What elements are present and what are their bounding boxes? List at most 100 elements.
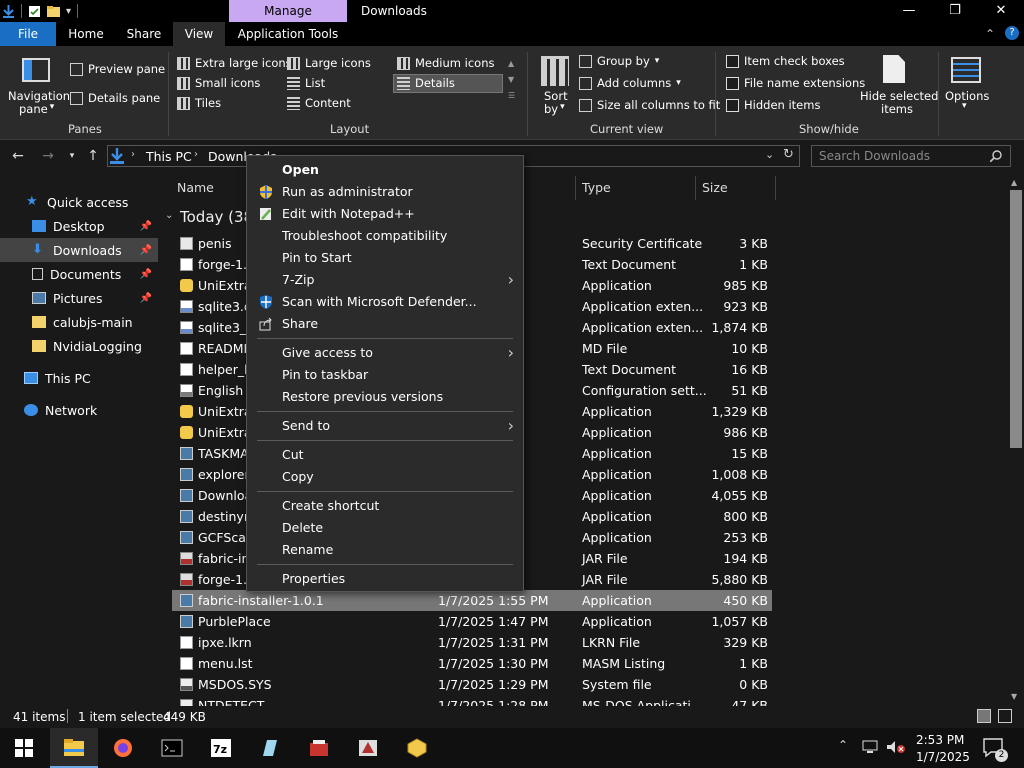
column-divider[interactable] [575,176,576,200]
taskbar-uniextract[interactable] [393,728,441,768]
column-header-size[interactable]: Size [702,180,728,195]
add-columns-button[interactable]: Add columns ▾ [579,76,681,90]
large-icons-button[interactable]: Large icons [287,56,371,70]
menu-item-create-shortcut[interactable]: Create shortcut [248,495,524,517]
column-header-name[interactable]: Name [177,180,214,195]
list-button[interactable]: List [287,76,325,90]
hidden-items-checkbox[interactable] [726,98,739,112]
nav-pictures[interactable]: Pictures 📌 [0,286,158,310]
tab-home[interactable]: Home [60,22,112,46]
details-view-button[interactable]: Details [397,76,455,90]
scroll-up-icon[interactable]: ▲ [1011,178,1017,187]
file-row[interactable]: ipxe.lkrn 1/7/2025 1:31 PM LKRN File 329 KB [172,632,772,653]
nav-nvidialogging[interactable]: NvidiaLogging [0,334,158,358]
menu-item-delete[interactable]: Delete [248,517,524,539]
menu-item-give-access[interactable]: Give access to › [248,342,524,364]
details-view-toggle-icon[interactable] [977,709,991,723]
help-icon[interactable]: ? [1005,26,1019,40]
forward-button[interactable]: → [38,146,58,166]
size-all-columns-button[interactable]: Size all columns to fit [579,98,720,112]
content-button[interactable]: Content [287,96,351,110]
menu-item-send-to[interactable]: Send to › [248,415,524,437]
preview-pane-button[interactable]: Preview pane [70,62,165,76]
taskbar-firefox[interactable] [99,728,147,768]
menu-item-copy[interactable]: Copy [248,466,524,488]
search-icon[interactable] [990,150,1002,162]
item-check-boxes-option[interactable]: Item check boxes [726,54,845,68]
sort-by-icon[interactable] [541,56,569,86]
address-dropdown-icon[interactable]: ⌄ [765,148,774,161]
column-header-type[interactable]: Type [582,180,611,195]
navigation-pane-button-label-1[interactable]: Navigation [8,89,70,103]
maximize-button[interactable]: ❐ [932,0,978,22]
file-row[interactable]: MSDOS.SYS 1/7/2025 1:29 PM System file 0 KB [172,674,772,695]
manage-tab[interactable]: Manage [229,0,347,22]
taskbar-app-installer[interactable] [344,728,392,768]
menu-item-restore-versions[interactable]: Restore previous versions [248,386,524,408]
nav-desktop[interactable]: Desktop 📌 [0,214,158,238]
start-button[interactable] [0,728,48,768]
network-status-icon[interactable] [862,740,880,754]
menu-item-pin-to-taskbar[interactable]: Pin to taskbar [248,364,524,386]
hide-selected-label-2[interactable]: items [881,102,913,116]
nav-this-pc[interactable]: This PC [0,366,158,390]
tab-share[interactable]: Share [118,22,170,46]
options-button-label[interactable]: Options [945,89,989,103]
group-by-button[interactable]: Group by ▾ [579,54,659,68]
medium-icons-button[interactable]: Medium icons [397,56,494,70]
file-row[interactable]: fabric-installer-1.0.1 1/7/2025 1:55 PM Ap… [172,590,772,611]
navigation-pane-icon[interactable] [22,58,50,82]
recent-locations-button[interactable]: ▾ [62,146,82,166]
qat-customize-icon[interactable]: ▾ [66,6,71,17]
extra-large-icons-button[interactable]: Extra large icons [177,56,292,70]
sort-by-label-2[interactable]: by ▾ [544,102,565,116]
item-check-boxes-checkbox[interactable] [726,54,739,68]
hide-selected-icon[interactable] [883,55,905,83]
column-divider[interactable] [775,176,776,200]
menu-item-7zip[interactable]: 7-Zip › [248,269,524,291]
pin-icon[interactable]: 📌 [140,221,152,232]
tab-application-tools[interactable]: Application Tools [236,22,340,46]
nav-documents[interactable]: Documents 📌 [0,262,158,286]
details-pane-button[interactable]: Details pane [70,91,160,105]
chevron-down-icon[interactable]: ⌄ [165,210,173,221]
scrollbar-thumb[interactable] [1010,190,1022,448]
menu-item-edit-notepadpp[interactable]: Edit with Notepad++ [248,203,524,225]
menu-item-rename[interactable]: Rename [248,539,524,561]
back-button[interactable]: ← [8,146,28,166]
tab-view[interactable]: View [173,22,225,46]
small-icons-button[interactable]: Small icons [177,76,260,90]
clock-date[interactable]: 1/7/2025 [916,750,970,764]
tiles-button[interactable]: Tiles [177,96,221,110]
taskbar-app-blue[interactable] [246,728,294,768]
taskbar-app-red[interactable] [295,728,343,768]
pin-icon[interactable]: 📌 [140,269,152,280]
column-divider[interactable] [695,176,696,200]
menu-item-troubleshoot[interactable]: Troubleshoot compatibility [248,225,524,247]
file-name-extensions-checkbox[interactable] [726,76,739,90]
menu-item-open[interactable]: Open [248,159,524,181]
pin-icon[interactable]: 📌 [140,245,152,256]
menu-item-defender-scan[interactable]: Scan with Microsoft Defender... [248,291,524,313]
nav-calubjs-main[interactable]: calubjs-main [0,310,158,334]
refresh-icon[interactable]: ↻ [783,147,794,162]
group-header-today[interactable]: Today (38 [180,208,253,226]
options-icon[interactable] [951,57,981,83]
taskbar-file-explorer[interactable] [50,728,98,768]
hide-selected-label-1[interactable]: Hide selected [860,89,938,103]
nav-downloads[interactable]: ⬇ Downloads 📌 [0,238,158,262]
taskbar-7zip[interactable]: 7z [197,728,245,768]
search-input[interactable]: Search Downloads [819,149,930,163]
hidden-items-option[interactable]: Hidden items [726,98,820,112]
menu-item-cut[interactable]: Cut [248,444,524,466]
breadcrumb-this-pc[interactable]: This PC [146,149,192,164]
close-button[interactable]: ✕ [978,0,1024,22]
tab-file[interactable]: File [0,22,56,46]
menu-item-share[interactable]: Share [248,313,524,335]
scroll-down-icon[interactable]: ▼ [508,72,515,88]
properties-icon[interactable] [28,5,41,18]
nav-network[interactable]: Network [0,398,158,422]
file-row[interactable]: PurblePlace 1/7/2025 1:47 PM Application 1,… [172,611,772,632]
sort-by-label-1[interactable]: Sort [544,89,568,103]
up-button[interactable]: ↑ [83,146,103,166]
